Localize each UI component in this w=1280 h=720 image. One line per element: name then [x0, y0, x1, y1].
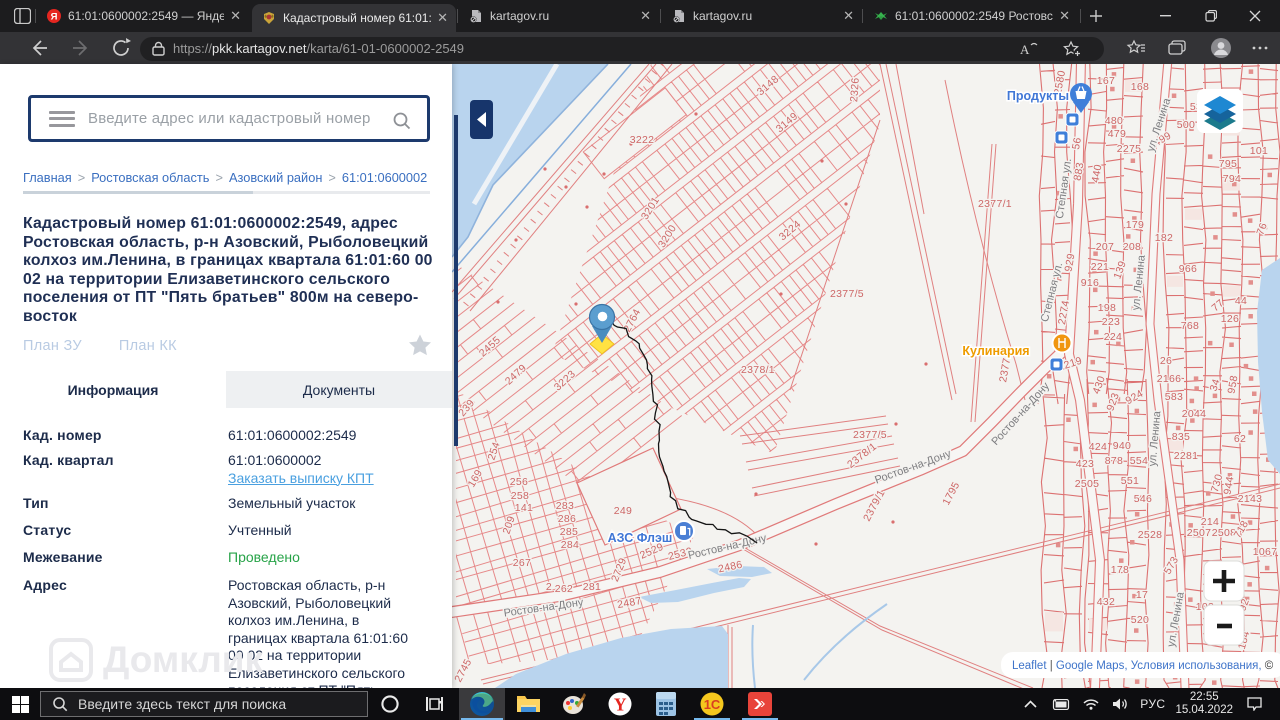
svg-text:285: 285 [560, 526, 578, 538]
svg-text:2528: 2528 [1138, 529, 1163, 541]
svg-text:551: 551 [1121, 475, 1139, 487]
svg-text:284: 284 [561, 539, 579, 551]
svg-text:179: 179 [1126, 219, 1144, 231]
svg-text:520: 520 [1131, 614, 1149, 626]
svg-text:1067: 1067 [1253, 546, 1278, 558]
svg-text:44: 44 [1235, 295, 1247, 307]
svg-text:178: 178 [1111, 564, 1129, 576]
svg-text:126: 126 [1221, 313, 1239, 325]
svg-text:480: 480 [1105, 115, 1123, 127]
svg-text:249: 249 [614, 505, 632, 517]
svg-text:141: 141 [515, 502, 533, 514]
svg-text:432: 432 [1097, 596, 1115, 608]
svg-text:17: 17 [1136, 589, 1148, 601]
svg-text:256: 256 [510, 476, 528, 488]
svg-text:835: 835 [1172, 431, 1190, 443]
svg-text:424: 424 [1089, 441, 1107, 453]
svg-text:794: 794 [1223, 173, 1241, 185]
svg-text:56: 56 [1070, 136, 1084, 150]
svg-text:АЗС Флэш: АЗС Флэш [608, 531, 673, 545]
svg-text:223: 223 [1102, 316, 1120, 328]
svg-text:546: 546 [1134, 493, 1152, 505]
svg-text:A: A [1020, 42, 1030, 57]
svg-text:Я: Я [51, 11, 58, 22]
svg-text:500: 500 [1177, 119, 1195, 131]
svg-text:479: 479 [1108, 128, 1126, 140]
svg-text:2275: 2275 [1117, 143, 1142, 155]
svg-text:198: 198 [1098, 302, 1116, 314]
svg-text:281: 281 [583, 581, 601, 593]
svg-text:2: 2 [546, 581, 552, 593]
svg-text:Y: Y [614, 695, 627, 715]
svg-text:Кулинария: Кулинария [962, 344, 1029, 358]
svg-text:Продукты: Продукты [1007, 89, 1069, 103]
svg-text:940: 940 [1113, 440, 1131, 452]
svg-text:262: 262 [555, 583, 573, 595]
svg-text:168: 168 [1131, 81, 1149, 93]
svg-text:267: 267 [513, 557, 531, 569]
svg-text:2377/5: 2377/5 [853, 429, 887, 441]
svg-text:2505: 2505 [1075, 478, 1100, 490]
svg-text:224: 224 [1104, 331, 1122, 343]
svg-text:2377/1: 2377/1 [978, 198, 1012, 210]
svg-text:2507: 2507 [1187, 527, 1212, 539]
svg-text:1С: 1С [704, 697, 721, 712]
svg-text:258: 258 [511, 490, 529, 502]
svg-text:2378/1: 2378/1 [741, 364, 775, 376]
svg-text:768: 768 [1181, 320, 1199, 332]
svg-text:2281: 2281 [1174, 450, 1199, 462]
svg-text:167: 167 [1097, 75, 1115, 87]
svg-text:101: 101 [1250, 145, 1268, 157]
svg-text:182: 182 [1155, 232, 1173, 244]
svg-text:208: 208 [1123, 241, 1141, 253]
svg-text:795: 795 [1219, 158, 1237, 170]
svg-text:966: 966 [1179, 263, 1197, 275]
svg-text:916: 916 [1081, 277, 1099, 289]
svg-text:221: 221 [1091, 261, 1109, 273]
svg-text:62: 62 [1234, 433, 1246, 445]
svg-text:207: 207 [1096, 241, 1114, 253]
svg-text:2044: 2044 [1182, 408, 1207, 420]
svg-text:554: 554 [1130, 455, 1148, 467]
svg-text:583: 583 [1165, 391, 1183, 403]
svg-text:26: 26 [1160, 355, 1172, 367]
svg-text:2377/5: 2377/5 [830, 288, 864, 300]
svg-text:2166: 2166 [1157, 373, 1182, 385]
svg-text:Leaflet | Google Maps, Условия: Leaflet | Google Maps, Условия использов… [1012, 660, 1274, 672]
svg-text:423: 423 [1076, 458, 1094, 470]
svg-text:2326: 2326 [848, 77, 862, 102]
svg-text:283: 283 [556, 500, 574, 512]
svg-text:3222: 3222 [630, 134, 655, 146]
svg-text:2143: 2143 [1238, 493, 1263, 505]
svg-text:286: 286 [558, 513, 576, 525]
svg-text:878: 878 [1105, 455, 1123, 467]
